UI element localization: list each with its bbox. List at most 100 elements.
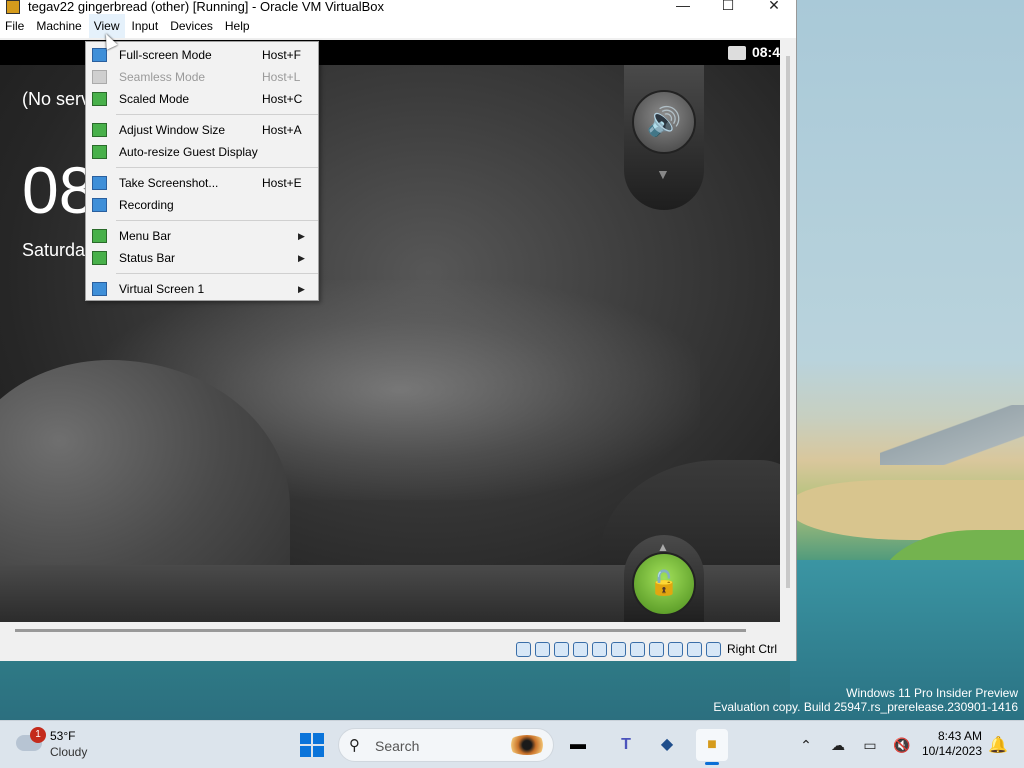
recording-icon — [92, 198, 107, 212]
menu-item-label: Virtual Screen 1 — [119, 282, 205, 296]
watermark-line-1: Windows 11 Pro Insider Preview — [846, 686, 1018, 700]
close-button[interactable]: ✕ — [751, 0, 797, 15]
virtualbox-app-icon — [6, 0, 20, 14]
menu-item-shortcut: Host+F — [262, 48, 302, 62]
menu-item-label: Scaled Mode — [119, 92, 190, 106]
menu-help[interactable]: Help — [220, 14, 255, 38]
weather-widget[interactable]: 1 53°F Cloudy — [16, 727, 116, 763]
start-button[interactable] — [300, 733, 324, 757]
windows-logo-pane — [313, 733, 324, 744]
menu-file[interactable]: File — [0, 14, 29, 38]
submenu-arrow-icon: ▶ — [298, 230, 305, 241]
menu-separator — [116, 167, 318, 168]
auto-resize-icon — [92, 145, 107, 159]
sound-toggle-icon[interactable]: 🔊 — [632, 90, 696, 154]
network-icon[interactable] — [572, 641, 588, 657]
system-tray: ⌃ ☁ ▭ 🔇 — [796, 735, 924, 755]
windows-logo-pane — [300, 733, 311, 744]
chevron-up-icon[interactable]: ⌃ — [796, 735, 816, 755]
vm-menubar: File Machine View Input Devices Help — [0, 14, 796, 38]
unlock-icon[interactable]: 🔓 — [632, 552, 696, 616]
search-highlight-icon — [507, 735, 547, 755]
menu-devices[interactable]: Devices — [165, 14, 218, 38]
view-menu-dropdown: Full-screen Mode Host+F Seamless Mode Ho… — [85, 41, 319, 301]
menu-item-status-bar[interactable]: Status Bar ▶ — [86, 247, 318, 269]
clock-date: 10/14/2023 — [921, 744, 982, 758]
screenshot-icon — [92, 176, 107, 190]
shared-folders-icon[interactable] — [610, 641, 626, 657]
recording-icon[interactable] — [648, 641, 664, 657]
submenu-arrow-icon: ▶ — [298, 283, 305, 294]
menu-item-label: Menu Bar — [119, 229, 172, 243]
scaled-icon — [92, 92, 107, 106]
menu-item-label: Seamless Mode — [119, 70, 206, 84]
menu-separator — [116, 114, 318, 115]
teams-icon[interactable]: T — [610, 729, 642, 761]
menu-item-label: Recording — [119, 198, 174, 212]
vertical-scrollbar[interactable] — [786, 56, 790, 588]
menu-item-fullscreen[interactable]: Full-screen Mode Host+F — [86, 44, 318, 66]
hard-disk-icon[interactable] — [515, 641, 531, 657]
horizontal-scrollbar[interactable] — [15, 629, 746, 632]
menu-item-seamless: Seamless Mode Host+L — [86, 66, 318, 88]
display-icon[interactable] — [629, 641, 645, 657]
windows-logo-pane — [300, 746, 311, 757]
android-status-clock: 08:4 — [751, 44, 780, 60]
seamless-icon — [92, 70, 107, 84]
menu-item-adjust-window[interactable]: Adjust Window Size Host+A — [86, 119, 318, 141]
network-icon[interactable]: ▭ — [860, 735, 880, 755]
active-app-indicator — [705, 762, 719, 765]
window-titlebar[interactable]: tegav22 gingerbread (other) [Running] - … — [0, 0, 796, 14]
fullscreen-icon — [92, 48, 107, 62]
menu-separator — [116, 220, 318, 221]
sd-card-icon — [728, 46, 746, 60]
minimize-button[interactable]: — — [660, 0, 706, 15]
virtualbox-vm-icon[interactable]: ■ — [696, 729, 728, 765]
keyboard-icon[interactable] — [705, 641, 721, 657]
mouse-integration-icon[interactable] — [686, 641, 702, 657]
windows-evaluation-watermark: Windows 11 Pro Insider Preview Evaluatio… — [713, 686, 1018, 714]
menu-item-take-screenshot[interactable]: Take Screenshot... Host+E — [86, 172, 318, 194]
notification-bell-icon[interactable]: 🔔 — [988, 735, 1008, 755]
virtual-screen-icon — [92, 282, 107, 296]
optical-drive-icon[interactable] — [534, 641, 550, 657]
menu-item-recording[interactable]: Recording — [86, 194, 318, 216]
windows-taskbar: 1 53°F Cloudy ⚲ Search ▬ T ◆ ■ ⌃ ☁ ▭ 🔇 8… — [0, 720, 1024, 768]
menu-item-shortcut: Host+L — [262, 70, 301, 84]
menu-input[interactable]: Input — [127, 14, 164, 38]
menu-item-shortcut: Host+A — [262, 123, 302, 137]
menu-item-scaled[interactable]: Scaled Mode Host+C — [86, 88, 318, 110]
status-bar-icon — [92, 251, 107, 265]
menu-item-label: Adjust Window Size — [119, 123, 226, 137]
host-key-label: Right Ctrl — [726, 642, 777, 656]
lockscreen-date: Saturda — [22, 240, 86, 260]
task-view-icon[interactable]: ▬ — [562, 729, 594, 761]
virtualbox-icon[interactable]: ◆ — [651, 729, 683, 761]
menu-machine[interactable]: Machine — [31, 14, 86, 38]
taskbar-clock[interactable]: 8:43 AM 10/14/2023 — [918, 729, 982, 759]
chevron-down-icon: ▼ — [656, 166, 670, 182]
search-icon: ⚲ — [349, 737, 360, 754]
notification-badge: 1 — [30, 727, 46, 743]
menu-item-shortcut: Host+C — [262, 92, 303, 106]
cpu-icon[interactable] — [667, 641, 683, 657]
menu-item-shortcut: Host+E — [262, 176, 302, 190]
onedrive-offline-icon[interactable]: ☁ — [828, 735, 848, 755]
watermark-line-2: Evaluation copy. Build 25947.rs_prerelea… — [713, 700, 1018, 714]
audio-icon[interactable] — [553, 641, 569, 657]
weather-temperature: 53°F — [50, 729, 76, 743]
carrier-status: (No serv — [22, 89, 91, 109]
taskbar-search[interactable]: ⚲ Search — [338, 728, 554, 762]
usb-icon[interactable] — [591, 641, 607, 657]
windows-logo-pane — [313, 746, 324, 757]
maximize-button[interactable]: ☐ — [705, 0, 751, 15]
menu-item-menu-bar[interactable]: Menu Bar ▶ — [86, 225, 318, 247]
wallpaper-mountain — [880, 405, 1024, 465]
menu-item-auto-resize[interactable]: Auto-resize Guest Display — [86, 141, 318, 163]
menu-item-label: Full-screen Mode — [119, 48, 212, 62]
menu-item-virtual-screen[interactable]: Virtual Screen 1 ▶ — [86, 278, 318, 300]
weather-condition: Cloudy — [50, 745, 88, 759]
vm-status-bar: Right Ctrl — [0, 638, 797, 660]
menu-item-label: Take Screenshot... — [119, 176, 219, 190]
volume-muted-icon[interactable]: 🔇 — [892, 735, 912, 755]
